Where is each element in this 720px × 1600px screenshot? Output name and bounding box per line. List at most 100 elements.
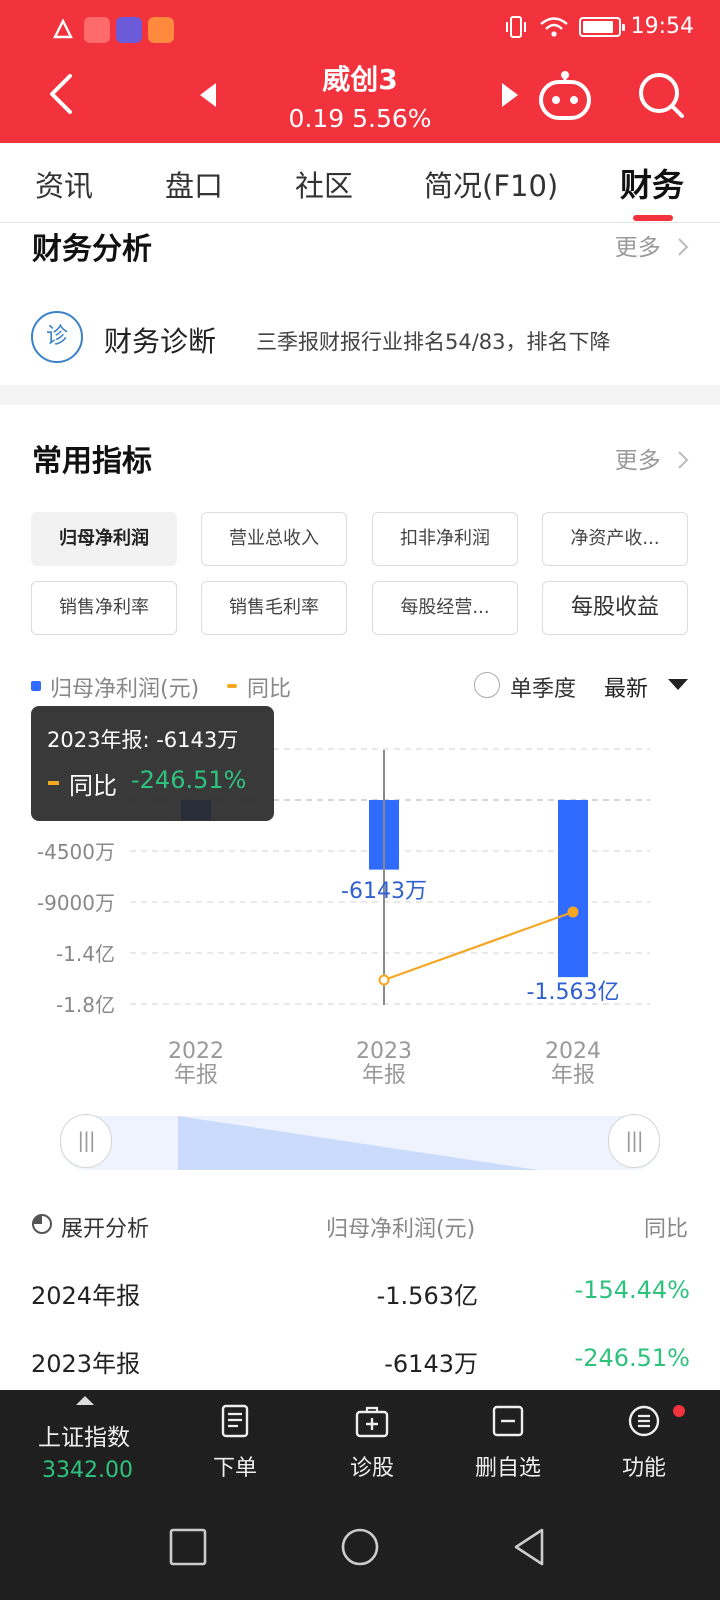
- tab-finance[interactable]: 财务: [620, 160, 684, 206]
- order-icon: [221, 1404, 249, 1438]
- table-row-yoy: -154.44%: [574, 1276, 690, 1304]
- chevron-right-icon: [678, 451, 689, 469]
- indicator-operating-cashflow-per-share[interactable]: 每股经营...: [372, 581, 518, 635]
- finance-analysis-title: 财务分析: [32, 232, 152, 267]
- index-name[interactable]: 上证指数: [38, 1418, 130, 1452]
- clock: 19:54: [630, 14, 694, 39]
- owl-app-icon: [116, 17, 142, 43]
- indicator-net-margin[interactable]: 销售净利率: [31, 581, 177, 635]
- x-axis-tick-label: 2023: [356, 1039, 412, 1064]
- recent-apps-icon[interactable]: [168, 1527, 208, 1567]
- remove-watchlist-button[interactable]: 删自选: [458, 1404, 558, 1482]
- stock-name: 威创3: [322, 63, 398, 96]
- menu-icon: [628, 1405, 660, 1437]
- chart-range-slider[interactable]: ||| |||: [60, 1114, 660, 1170]
- bar-data-label: -1.563亿: [527, 980, 620, 1005]
- chevron-right-icon: [678, 238, 689, 256]
- header-bar: 19:54 威创3 0.19 5.56%: [0, 0, 720, 143]
- pie-chart-icon: [32, 1214, 52, 1234]
- vibrate-icon: [505, 15, 526, 38]
- legend-yoy: 同比: [247, 677, 292, 702]
- indicator-deducted-net-profit[interactable]: 扣非净利润: [372, 512, 518, 566]
- search-button[interactable]: [636, 70, 686, 120]
- app-notification-icon: [50, 17, 76, 43]
- index-value: 3342.00: [42, 1458, 133, 1483]
- table-header-metric: 归母净利润(元): [326, 1217, 476, 1242]
- table-header-yoy: 同比: [644, 1217, 689, 1242]
- x-axis-tick-label: 2022: [168, 1039, 224, 1064]
- previous-stock-button[interactable]: [196, 80, 220, 110]
- notification-dot: [673, 1405, 685, 1417]
- range-selection-shape: [178, 1116, 538, 1170]
- finance-analysis-more-link[interactable]: 更多: [615, 228, 690, 262]
- y-axis-tick-label: -1.4亿: [56, 942, 115, 966]
- tab-profile-f10[interactable]: 简况(F10): [424, 163, 558, 205]
- table-row-value: -1.563亿: [376, 1282, 478, 1310]
- assistant-button[interactable]: [536, 68, 594, 122]
- chevron-left-icon: [50, 74, 72, 114]
- x-axis-tick-label: 年报: [174, 1063, 218, 1088]
- active-tab-indicator: [633, 215, 673, 221]
- legend-net-profit: 归母净利润(元): [50, 677, 200, 702]
- back-nav-icon[interactable]: [510, 1527, 550, 1567]
- sort-dropdown[interactable]: 最新: [604, 671, 648, 703]
- stock-quote: 0.19 5.56%: [240, 104, 480, 133]
- y-axis-tick-label: -1.8亿: [56, 993, 115, 1017]
- indicator-roe[interactable]: 净资产收...: [542, 512, 688, 566]
- legend-swatch-yoy: [227, 684, 237, 688]
- home-icon[interactable]: [340, 1527, 380, 1567]
- tab-community[interactable]: 社区: [295, 163, 353, 205]
- shop-app-icon: [148, 17, 174, 43]
- expand-analysis-button[interactable]: 展开分析: [61, 1211, 149, 1243]
- tab-news[interactable]: 资讯: [35, 163, 93, 205]
- tooltip-period-value: 2023年报: -6143万: [47, 728, 239, 752]
- range-handle-left[interactable]: |||: [60, 1114, 112, 1168]
- common-indicators-more-link[interactable]: 更多: [615, 441, 690, 475]
- bar-data-label: -6143万: [341, 879, 427, 904]
- order-button[interactable]: 下单: [185, 1404, 285, 1482]
- remove-watchlist-icon: [492, 1405, 524, 1437]
- x-axis-tick-label: 年报: [362, 1063, 406, 1088]
- single-quarter-radio[interactable]: [474, 672, 500, 698]
- tab-bar: 资讯 盘口 社区 简况(F10) 财务: [0, 143, 720, 223]
- indicator-eps[interactable]: 每股收益: [542, 581, 688, 635]
- caret-down-icon[interactable]: [668, 679, 688, 690]
- indicator-gross-margin[interactable]: 销售毛利率: [201, 581, 347, 635]
- back-button[interactable]: [44, 70, 80, 118]
- tooltip-yoy-label: 同比: [69, 772, 117, 800]
- next-stock-button[interactable]: [498, 80, 522, 110]
- net-profit-bar: [558, 800, 588, 978]
- range-handle-right[interactable]: |||: [608, 1114, 660, 1168]
- table-row-period: 2024年报: [31, 1282, 141, 1310]
- table-row-period: 2023年报: [31, 1350, 141, 1378]
- status-bar: 19:54: [0, 0, 720, 60]
- y-axis-tick-label: -9000万: [37, 891, 115, 915]
- x-axis-tick-label: 2024: [545, 1039, 601, 1064]
- battery-icon: [578, 16, 625, 37]
- y-axis-tick-label: -4500万: [37, 840, 115, 864]
- tab-market-depth[interactable]: 盘口: [165, 163, 223, 205]
- robot-icon: [539, 71, 591, 120]
- chart-tooltip: 2023年报: -6143万 同比 -246.51%: [31, 706, 274, 821]
- yoy-point: [378, 974, 390, 986]
- stock-change: 5.56%: [352, 104, 432, 133]
- video-app-icon: [84, 17, 110, 43]
- yoy-line: [383, 910, 574, 982]
- caret-up-icon[interactable]: [76, 1396, 94, 1405]
- triangle-right-icon: [502, 83, 518, 107]
- table-row-value: -6143万: [384, 1350, 478, 1378]
- search-icon: [639, 73, 684, 118]
- x-axis-tick-label: 年报: [551, 1063, 595, 1088]
- section-divider: [0, 385, 720, 405]
- diagnosis-summary[interactable]: 三季报财报行业排名54/83，排名下降: [256, 326, 611, 356]
- indicator-net-profit[interactable]: 归母净利润: [31, 512, 177, 566]
- indicator-total-revenue[interactable]: 营业总收入: [201, 512, 347, 566]
- diagnosis-label[interactable]: 财务诊断: [104, 320, 216, 360]
- triangle-left-icon: [200, 83, 216, 107]
- legend-swatch-net-profit: [31, 681, 41, 691]
- diagnose-button[interactable]: 诊股: [322, 1404, 422, 1482]
- diagnosis-icon: 诊: [31, 311, 83, 363]
- single-quarter-label[interactable]: 单季度: [510, 671, 576, 703]
- wifi-icon: [539, 16, 568, 37]
- tooltip-yoy-value: -246.51%: [131, 766, 247, 794]
